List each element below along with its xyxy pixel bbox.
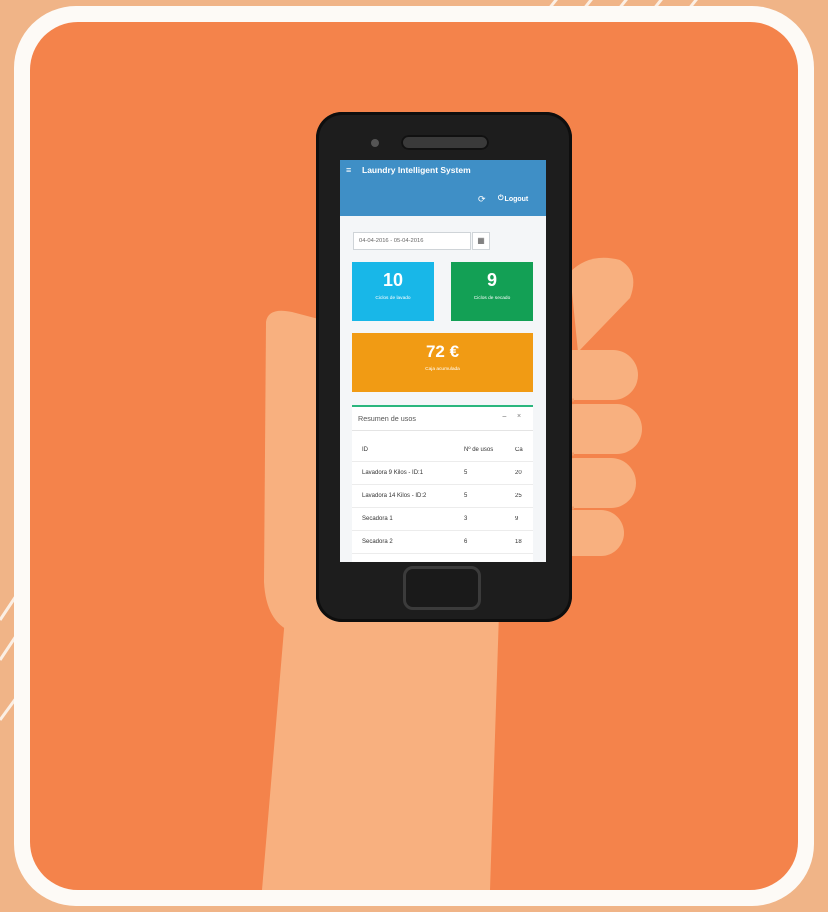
illustration-card: ≡ Laundry Intelligent System ⟳ ⏻ Logout … [30,22,798,890]
date-range-input[interactable]: 04-04-2016 - 05-04-2016 [353,232,471,250]
wash-cycles-tile: 10 Ciclos de lavado [352,262,434,321]
usage-summary-box: Resumen de usos − × ID Nº de usos Ca Lav… [352,405,533,562]
usage-summary-title: Resumen de usos [358,414,416,423]
calendar-icon: ▦ [477,236,485,245]
close-icon[interactable]: × [517,413,521,420]
dashboard-content: 04-04-2016 - 05-04-2016 ▦ 10 Ciclos de l… [340,216,546,562]
logout-icon: ⏻ [498,195,504,202]
front-camera-icon [371,139,379,147]
table-row: Lavadora 9 Kilos - ID:1 5 20 [352,464,533,485]
home-button[interactable] [403,566,481,610]
table-row: Secadora 2 6 18 [352,533,533,554]
dry-cycles-value: 9 [486,270,497,290]
column-header-uses: Nº de usos [464,447,494,453]
app-header: ≡ Laundry Intelligent System ⟳ ⏻ Logout [340,160,546,216]
cash-tile: 72 € Caja acumulada [352,333,533,392]
phone-screen: ≡ Laundry Intelligent System ⟳ ⏻ Logout … [340,160,546,562]
wash-cycles-value: 10 [382,270,404,290]
column-header-cash: Ca [515,447,523,453]
column-header-id: ID [362,447,368,453]
table-cell-cash: 18 [515,539,522,545]
table-row: Lavadora 14 Kilos - ID:2 5 25 [352,487,533,508]
table-cell-uses: 6 [464,539,468,545]
table-cell-cash: 20 [515,470,522,476]
cash-value: 72 € [425,342,460,361]
table-cell-uses: 3 [464,516,468,522]
logout-label: Logout [504,195,529,203]
refresh-icon[interactable]: ⟳ [478,195,486,204]
table-cell-uses: 5 [464,493,468,499]
table-cell-id: Lavadora 9 Kilos - ID:1 [362,470,424,476]
table-cell-id: Secadora 1 [362,516,393,522]
phone-speaker [401,135,489,150]
table-cell-id: Secadora 2 [362,539,393,545]
box-divider [352,430,533,431]
table-cell-id: Lavadora 14 Kilos - ID:2 [362,493,427,499]
app-title: Laundry Intelligent System [362,165,471,175]
table-header-row: ID Nº de usos Ca [352,441,533,462]
table-row: Secadora 1 3 9 [352,510,533,531]
table-cell-cash: 9 [515,516,519,522]
wash-cycles-label: Ciclos de lavado [375,296,411,301]
smartphone: ≡ Laundry Intelligent System ⟳ ⏻ Logout … [316,112,572,622]
dry-cycles-label: Ciclos de secado [473,296,511,301]
cash-label: Caja acumulada [425,367,460,372]
collapse-icon[interactable]: − [502,412,507,421]
dry-cycles-tile: 9 Ciclos de secado [451,262,533,321]
logout-button[interactable]: ⏻ Logout [498,195,528,203]
hamburger-menu-icon[interactable]: ≡ [346,166,354,175]
table-cell-uses: 5 [464,470,468,476]
table-cell-cash: 25 [515,493,522,499]
calendar-button[interactable]: ▦ [472,232,490,250]
